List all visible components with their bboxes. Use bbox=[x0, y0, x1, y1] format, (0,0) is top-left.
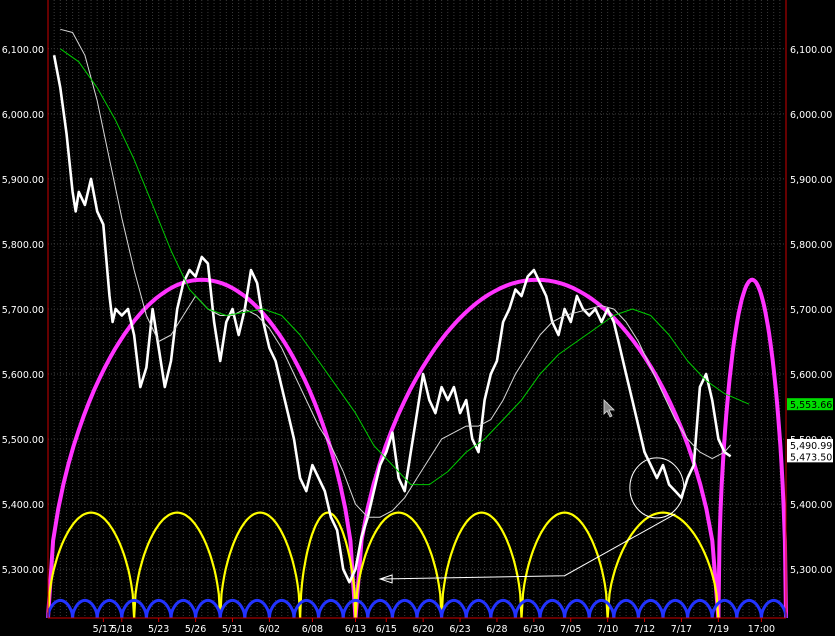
y-tick-label-left: 5,300.00 bbox=[2, 565, 44, 576]
y-tick-label-right: 5,700.00 bbox=[790, 305, 832, 316]
y-tick-label-left: 6,100.00 bbox=[2, 45, 44, 56]
price-badge-label: 5,473.50 bbox=[790, 452, 832, 463]
x-tick-label: 6/13 bbox=[345, 624, 366, 635]
x-tick-label: 5/31 bbox=[222, 624, 243, 635]
y-tick-label-left: 5,500.00 bbox=[2, 435, 44, 446]
x-tick-label: 6/23 bbox=[449, 624, 470, 635]
x-tick-label: 6/02 bbox=[259, 624, 280, 635]
price-badge-label: 5,553.66 bbox=[790, 400, 832, 411]
x-tick-label: 6/20 bbox=[412, 624, 433, 635]
y-tick-label-left: 5,800.00 bbox=[2, 240, 44, 251]
x-tick-label: 7/19 bbox=[708, 624, 729, 635]
y-tick-label-right: 5,400.00 bbox=[790, 500, 832, 511]
x-tick-label: 6/30 bbox=[523, 624, 544, 635]
y-tick-label-right: 5,300.00 bbox=[790, 565, 832, 576]
x-tick-label: 7/12 bbox=[634, 624, 655, 635]
y-tick-label-left: 5,400.00 bbox=[2, 500, 44, 511]
x-tick-label: 7/05 bbox=[560, 624, 581, 635]
y-tick-label-right: 6,000.00 bbox=[790, 110, 832, 121]
x-tick-label: 6/15 bbox=[376, 624, 397, 635]
x-tick-label: 17:00 bbox=[748, 624, 775, 635]
x-tick-label: 6/28 bbox=[486, 624, 507, 635]
x-tick-label: 5/23 bbox=[148, 624, 169, 635]
y-tick-label-right: 5,900.00 bbox=[790, 175, 832, 186]
y-tick-label-left: 5,700.00 bbox=[2, 305, 44, 316]
x-tick-label: 6/08 bbox=[302, 624, 323, 635]
x-tick-label: 5/18 bbox=[111, 624, 132, 635]
chart-window: 6,100.00 6,000.00 5,900.00 5,800.00 5,700.00… bbox=[0, 0, 835, 636]
y-tick-label-right: 5,600.00 bbox=[790, 370, 832, 381]
y-tick-label-left: 5,900.00 bbox=[2, 175, 44, 186]
y-tick-label-right: 6,100.00 bbox=[790, 45, 832, 56]
x-tick-label: 7/10 bbox=[597, 624, 618, 635]
y-tick-label-right: 5,800.00 bbox=[790, 240, 832, 251]
price-chart: 6,100.00 6,000.00 5,900.00 5,800.00 5,700.00… bbox=[0, 0, 835, 636]
x-tick-label: 5/26 bbox=[185, 624, 206, 635]
y-tick-label-left: 5,600.00 bbox=[2, 370, 44, 381]
y-tick-label-left: 6,000.00 bbox=[2, 110, 44, 121]
x-tick-label: 7/17 bbox=[671, 624, 692, 635]
price-badge-label: 5,490.99 bbox=[790, 441, 832, 452]
